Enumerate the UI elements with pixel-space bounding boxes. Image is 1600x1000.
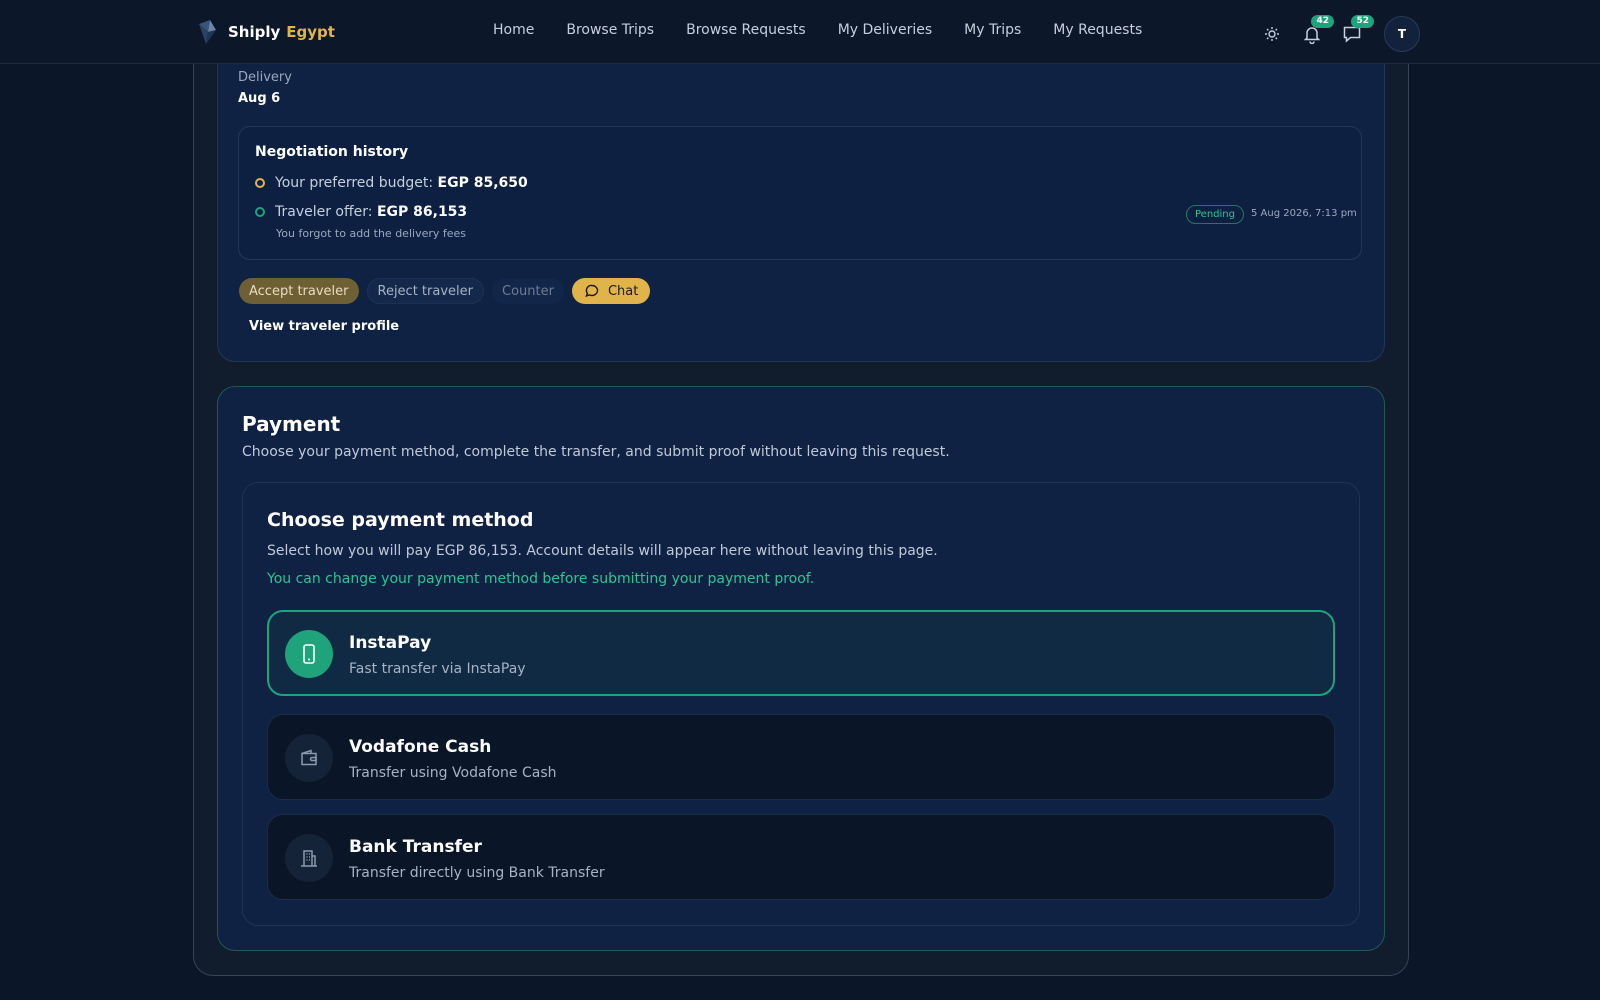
- budget-value: EGP 85,650: [437, 175, 528, 191]
- nav-my-deliveries[interactable]: My Deliveries: [838, 22, 932, 38]
- messages-button[interactable]: 52: [1340, 15, 1374, 46]
- nav-home[interactable]: Home: [493, 22, 534, 38]
- nav-my-requests[interactable]: My Requests: [1053, 22, 1142, 38]
- payment-method-title: Choose payment method: [267, 509, 534, 531]
- delivery-label: Delivery: [238, 70, 292, 85]
- main-nav: Home Browse Trips Browse Requests My Del…: [493, 22, 1174, 38]
- payment-option-instapay[interactable]: InstaPay Fast transfer via InstaPay: [267, 610, 1335, 696]
- wallet-icon: [285, 734, 333, 782]
- payment-option-desc: Transfer directly using Bank Transfer: [349, 865, 605, 881]
- payment-option-desc: Fast transfer via InstaPay: [349, 661, 526, 677]
- payment-option-bank-transfer[interactable]: Bank Transfer Transfer directly using Ba…: [267, 814, 1335, 900]
- chat-icon: [585, 284, 599, 298]
- budget-label: Your preferred budget:: [275, 175, 434, 191]
- brand[interactable]: Shiply Egypt: [196, 18, 335, 46]
- negotiation-history: Negotiation history Your preferred budge…: [238, 126, 1362, 260]
- counter-button[interactable]: Counter: [492, 278, 564, 304]
- offer-label: Traveler offer:: [275, 204, 373, 220]
- payment-method-subtitle: Select how you will pay EGP 86,153. Acco…: [267, 543, 938, 559]
- top-navbar: Shiply Egypt Home Browse Trips Browse Re…: [0, 0, 1600, 64]
- offer-entry: Traveler offer: EGP 86,153: [255, 204, 467, 220]
- nav-browse-requests[interactable]: Browse Requests: [686, 22, 806, 38]
- payment-option-name: Bank Transfer: [349, 837, 482, 857]
- negotiation-actions: Accept traveler Reject traveler Counter …: [239, 278, 651, 304]
- payment-option-name: Vodafone Cash: [349, 737, 492, 757]
- nav-actions: 42 52 T: [1260, 15, 1420, 52]
- chat-button[interactable]: Chat: [571, 278, 651, 304]
- delivery-date: Aug 6: [238, 91, 281, 106]
- offer-dot-icon: [255, 207, 265, 217]
- nav-browse-trips[interactable]: Browse Trips: [566, 22, 654, 38]
- chat-label: Chat: [607, 283, 639, 299]
- notifications-badge: 42: [1311, 15, 1334, 28]
- notifications-button[interactable]: 42: [1300, 15, 1334, 46]
- building-icon: [285, 834, 333, 882]
- status-badge: Pending: [1186, 205, 1244, 224]
- reject-traveler-button[interactable]: Reject traveler: [366, 278, 484, 304]
- sun-icon: [1265, 27, 1279, 41]
- payment-method-hint: You can change your payment method befor…: [267, 571, 815, 587]
- negotiation-title: Negotiation history: [255, 144, 409, 160]
- phone-icon: [285, 630, 333, 678]
- offer-note: You forgot to add the delivery fees: [276, 227, 467, 240]
- budget-entry: Your preferred budget: EGP 85,650: [255, 175, 528, 191]
- brand-country: Egypt: [286, 23, 335, 41]
- budget-dot-icon: [255, 178, 265, 188]
- theme-toggle-button[interactable]: [1260, 22, 1284, 46]
- payment-subtitle: Choose your payment method, complete the…: [242, 444, 950, 460]
- logo-icon: [196, 18, 220, 46]
- offer-timestamp: 5 Aug 2026, 7:13 pm: [1251, 208, 1357, 219]
- payment-title: Payment: [242, 412, 341, 436]
- payment-option-desc: Transfer using Vodafone Cash: [349, 765, 557, 781]
- brand-name: Shiply: [228, 23, 281, 41]
- messages-badge: 52: [1351, 15, 1374, 28]
- avatar[interactable]: T: [1384, 16, 1420, 52]
- offer-value: EGP 86,153: [376, 204, 468, 220]
- nav-my-trips[interactable]: My Trips: [964, 22, 1021, 38]
- view-traveler-profile-link[interactable]: View traveler profile: [249, 319, 399, 334]
- accept-traveler-button[interactable]: Accept traveler: [239, 278, 359, 304]
- payment-option-vodafone-cash[interactable]: Vodafone Cash Transfer using Vodafone Ca…: [267, 714, 1335, 800]
- payment-option-name: InstaPay: [349, 633, 432, 653]
